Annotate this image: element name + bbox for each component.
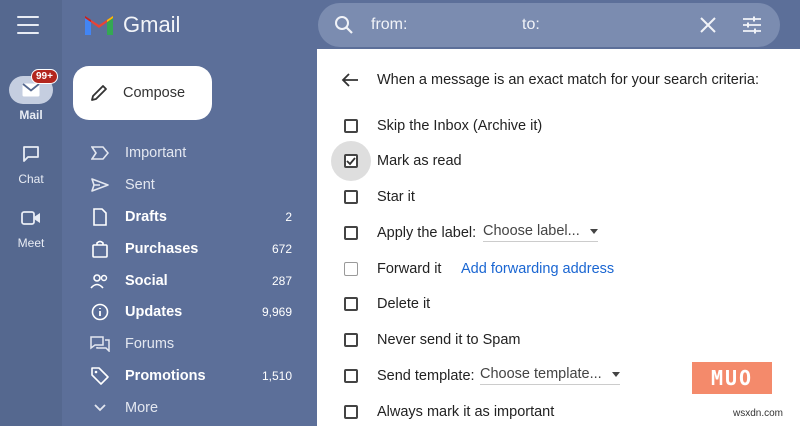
- site-watermark: wsxdn.com: [733, 408, 784, 419]
- compose-label: Compose: [123, 85, 186, 101]
- tag-icon: [90, 366, 110, 386]
- nav-item-updates[interactable]: Updates 9,969: [62, 296, 317, 328]
- nav-count: 287: [271, 273, 292, 288]
- important-icon: [90, 143, 110, 163]
- dropdown-caret-icon: [589, 228, 598, 234]
- checkbox[interactable]: [344, 226, 358, 240]
- nav-item-promotions[interactable]: Promotions 1,510: [62, 360, 317, 392]
- option-label: Apply the label:: [377, 225, 477, 241]
- checkbox[interactable]: [344, 333, 358, 347]
- option-label: Star it: [377, 189, 415, 205]
- label-list: Important Sent Drafts 2 Purchases 672 So…: [62, 137, 317, 424]
- check-icon: [346, 157, 356, 166]
- nav-label: Purchases: [125, 240, 199, 257]
- rail-label-meet: Meet: [17, 236, 45, 250]
- checkbox[interactable]: [344, 297, 358, 311]
- template-dropdown[interactable]: Choose template...: [480, 366, 620, 385]
- pencil-icon: [91, 85, 107, 101]
- nav-item-social[interactable]: Social 287: [62, 265, 317, 297]
- brand-watermark: MUO: [692, 362, 772, 394]
- checkbox[interactable]: [344, 119, 358, 133]
- video-icon: [21, 211, 40, 225]
- people-icon: [90, 271, 110, 291]
- search-bar[interactable]: from: to:: [318, 3, 780, 47]
- rail-item-chat[interactable]: Chat: [0, 140, 62, 186]
- chat-icon: [23, 146, 39, 162]
- navigation-rail: 99+ Mail Chat Meet: [0, 0, 62, 426]
- menu-icon[interactable]: [17, 16, 39, 34]
- option-label: Mark as read: [377, 153, 462, 169]
- option-label: Skip the Inbox (Archive it): [377, 118, 543, 134]
- checkbox[interactable]: [344, 190, 358, 204]
- search-options-icon[interactable]: [742, 15, 762, 40]
- app-name: Gmail: [123, 12, 181, 37]
- option-label: Always mark it as important: [377, 404, 555, 420]
- nav-item-purchases[interactable]: Purchases 672: [62, 233, 317, 265]
- checkbox-disabled[interactable]: [344, 262, 358, 276]
- nav-item-forums[interactable]: Forums: [62, 328, 317, 360]
- nav-label: Drafts: [125, 208, 167, 225]
- checkbox[interactable]: [344, 369, 358, 383]
- option-label: Send template:: [377, 368, 475, 384]
- nav-label: Important: [125, 144, 187, 161]
- nav-item-important[interactable]: Important: [62, 137, 317, 169]
- nav-item-more[interactable]: More: [62, 392, 317, 424]
- gmail-logo[interactable]: Gmail: [83, 12, 180, 38]
- dropdown-caret-icon: [611, 371, 620, 377]
- nav-count: 1,510: [261, 369, 292, 384]
- compose-button[interactable]: Compose: [73, 66, 212, 120]
- rail-item-mail[interactable]: 99+ Mail: [0, 69, 62, 122]
- rail-label-mail: Mail: [19, 108, 43, 122]
- nav-label: Forums: [125, 336, 175, 353]
- option-label: Forward it: [377, 261, 442, 277]
- nav-label: Updates: [125, 304, 183, 321]
- add-forwarding-address-link[interactable]: Add forwarding address: [461, 261, 614, 277]
- send-icon: [90, 175, 110, 195]
- nav-item-sent[interactable]: Sent: [62, 169, 317, 201]
- shopping-bag-icon: [90, 239, 110, 259]
- nav-label: Promotions: [125, 368, 206, 385]
- nav-count: 9,969: [261, 305, 292, 320]
- search-icon[interactable]: [334, 15, 354, 40]
- nav-label: Sent: [125, 176, 155, 193]
- search-from-field[interactable]: from:: [371, 16, 407, 34]
- nav-item-drafts[interactable]: Drafts 2: [62, 201, 317, 233]
- unread-badge: 99+: [31, 69, 58, 84]
- back-arrow-icon[interactable]: [341, 72, 359, 93]
- checkbox-checked[interactable]: [344, 154, 358, 168]
- draft-icon: [90, 207, 110, 227]
- dropdown-value: Choose label...: [483, 223, 580, 239]
- info-icon: [90, 302, 110, 322]
- option-label: Delete it: [377, 296, 431, 312]
- chevron-down-icon: [90, 398, 110, 418]
- nav-label: More: [125, 400, 159, 417]
- forum-icon: [90, 334, 110, 354]
- nav-count: 2: [285, 209, 292, 224]
- label-dropdown[interactable]: Choose label...: [483, 223, 598, 242]
- dropdown-value: Choose template...: [480, 366, 602, 382]
- rail-label-chat: Chat: [18, 172, 44, 186]
- checkbox[interactable]: [344, 405, 358, 419]
- close-icon[interactable]: [699, 16, 717, 39]
- option-label: Never send it to Spam: [377, 332, 521, 348]
- mail-icon: [22, 83, 40, 97]
- nav-label: Social: [125, 272, 168, 289]
- gmail-m-icon: [85, 16, 113, 35]
- search-to-field[interactable]: to:: [522, 16, 540, 34]
- filter-heading: When a message is an exact match for you…: [377, 72, 759, 88]
- rail-item-meet[interactable]: Meet: [0, 204, 62, 250]
- nav-count: 672: [271, 241, 292, 256]
